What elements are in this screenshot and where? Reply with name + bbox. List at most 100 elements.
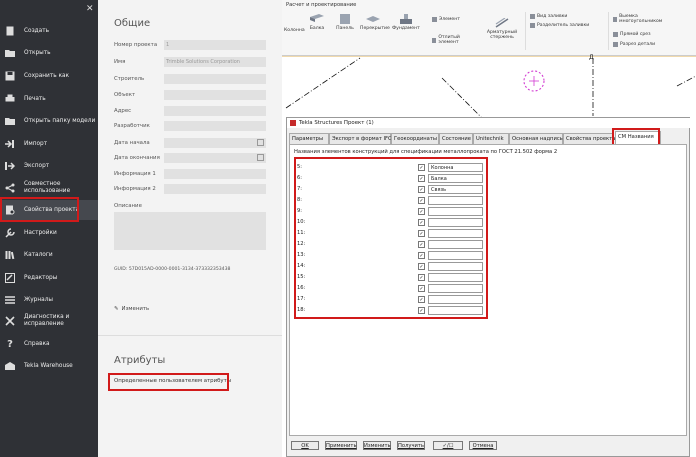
share-icon: [4, 183, 16, 193]
sidebar-item-import[interactable]: Импорт: [0, 138, 98, 150]
pour-break-icon: [530, 23, 535, 28]
ribbon-element-button[interactable]: Элемент: [432, 17, 460, 22]
tab-project-properties[interactable]: Свойства проекта: [563, 133, 615, 144]
beam-icon: [310, 14, 324, 24]
sidebar-item-open-model-folder[interactable]: Открыть папку модели: [0, 115, 98, 127]
field-name: Имя Trimble Solutions Corporation: [114, 57, 282, 67]
ribbon-polygon-cut-button[interactable]: Выемка многоугольником: [613, 14, 671, 24]
tab-title-block[interactable]: Основная надпись: [509, 133, 563, 144]
ribbon-separator: [608, 12, 609, 50]
sidebar-item-logs[interactable]: Журналы: [0, 294, 98, 306]
ribbon-pour-view-button[interactable]: Вид заливки: [530, 14, 567, 19]
object-input[interactable]: [164, 90, 266, 100]
pencil-icon: ✎: [114, 306, 119, 312]
cancel-button[interactable]: Отмена: [469, 441, 497, 450]
ribbon-pour-break-button[interactable]: Разделитель заливки: [530, 23, 589, 28]
dialog-titlebar: Tekla Structures Проект (1): [287, 118, 691, 128]
list-icon: [4, 295, 16, 305]
sidebar-item-help[interactable]: ? Справка: [0, 338, 98, 350]
ribbon: Расчет и проектирование Колонна Балка Па…: [282, 0, 696, 56]
sidebar-item-catalogs[interactable]: Каталоги: [0, 249, 98, 261]
tools-icon: [4, 316, 16, 326]
info-1-input[interactable]: [164, 169, 266, 179]
start-date-input[interactable]: [164, 138, 266, 148]
ribbon-rebar-button[interactable]: Арматурный стержень: [482, 17, 522, 40]
ribbon-column-button[interactable]: Колонна: [284, 28, 305, 33]
folder-icon: [4, 48, 16, 58]
rebar-icon: [495, 17, 509, 28]
description-label-row: Описание: [114, 203, 142, 209]
modify-button[interactable]: Изменить: [363, 441, 391, 450]
calendar-icon[interactable]: [257, 154, 264, 161]
slab-icon: [366, 14, 380, 24]
line-cut-icon: [613, 32, 618, 37]
sidebar-item-print[interactable]: Печать: [0, 93, 98, 105]
get-button[interactable]: Получить: [397, 441, 425, 450]
ribbon-panel-button[interactable]: Панель: [334, 14, 356, 31]
sidebar-item-create[interactable]: Создать: [0, 25, 98, 37]
ribbon-polygon-cut-label: Выемка многоугольником: [619, 14, 663, 24]
dialog-title: Tekla Structures Проект (1): [299, 120, 374, 126]
end-date-input[interactable]: [164, 153, 266, 163]
tab-parameters[interactable]: Параметры: [289, 133, 329, 144]
ribbon-footing-label: Фундамент: [392, 26, 420, 31]
edit-button[interactable]: ✎ Изменить: [114, 306, 149, 312]
ribbon-element-label: Элемент: [439, 17, 460, 22]
sidebar-item-save-as[interactable]: Сохранить как: [0, 70, 98, 82]
tab-ifc-export[interactable]: Экспорт в формат IFC: [329, 133, 392, 144]
info-2-input[interactable]: [164, 184, 266, 194]
tab-status[interactable]: Состояние: [439, 133, 473, 144]
toggle-all-button[interactable]: ✓/☐: [433, 441, 463, 450]
calendar-icon[interactable]: [257, 139, 264, 146]
sidebar-item-open[interactable]: Открыть: [0, 47, 98, 59]
close-icon[interactable]: ✕: [86, 4, 94, 14]
ribbon-part-cut-button[interactable]: Разрез детали: [613, 42, 655, 47]
part-cut-icon: [613, 42, 618, 47]
address-input[interactable]: [164, 106, 266, 116]
element-icon: [432, 17, 437, 22]
ribbon-beam-button[interactable]: Балка: [306, 14, 328, 31]
sidebar-item-export[interactable]: Экспорт: [0, 160, 98, 172]
tab-geocoordinates[interactable]: Геокоординаты: [391, 133, 439, 144]
ribbon-line-cut-button[interactable]: Прямой срез: [613, 32, 651, 37]
field-start-date: Дата начала: [114, 138, 282, 148]
developer-input[interactable]: [164, 121, 266, 131]
sidebar-item-settings[interactable]: Настройки: [0, 227, 98, 239]
polygon-cut-icon: [613, 16, 618, 22]
ribbon-footing-button[interactable]: Фундамент: [392, 14, 420, 31]
backstage-sidebar: ✕ Создать Открыть Сохранить как Печать О…: [0, 0, 98, 457]
sidebar-item-tekla-warehouse[interactable]: Tekla Warehouse: [0, 360, 98, 372]
field-object: Объект: [114, 90, 282, 100]
edit-label: Изменить: [121, 306, 150, 312]
ribbon-column-label: Колонна: [284, 28, 305, 33]
tab-unitechnik[interactable]: Unitechnik: [473, 133, 509, 144]
project-dialog: Tekla Structures Проект (1) Параметры Эк…: [286, 117, 691, 457]
ribbon-cast-element-button[interactable]: Отлитый элемент: [432, 35, 476, 45]
editors-icon: [4, 273, 16, 283]
sidebar-item-diagnostics[interactable]: Диагностика и исправление: [0, 313, 98, 329]
field-end-date: Дата окончания: [114, 153, 282, 163]
divider: [98, 335, 282, 336]
ribbon-slab-button[interactable]: Перекрытие: [360, 14, 390, 31]
project-properties-panel: Общие Номер проекта 1 Имя Trimble Soluti…: [98, 0, 282, 457]
field-info-2: Информация 2: [114, 184, 282, 194]
name-input[interactable]: Trimble Solutions Corporation: [164, 57, 266, 67]
description-textarea[interactable]: [114, 212, 266, 250]
ribbon-pour-view-label: Вид заливки: [537, 14, 568, 19]
apply-button[interactable]: Применить: [325, 441, 357, 450]
import-icon: [4, 139, 16, 149]
sidebar-item-sharing[interactable]: Совместное использование: [0, 180, 98, 196]
question-icon: ?: [7, 338, 13, 350]
attributes-section-title: Атрибуты: [114, 355, 166, 366]
builder-input[interactable]: [164, 74, 266, 84]
ribbon-part-cut-label: Разрез детали: [620, 42, 656, 47]
sidebar-item-editors[interactable]: Редакторы: [0, 272, 98, 284]
ribbon-tab-analysis-design[interactable]: Расчет и проектирование: [286, 2, 356, 8]
ok-button[interactable]: OK: [291, 441, 319, 450]
printer-icon: [4, 94, 16, 104]
project-number-input[interactable]: 1: [164, 40, 266, 50]
dialog-body: Названия элементов конструкций для специ…: [289, 144, 687, 436]
app-window: ✕ Создать Открыть Сохранить как Печать О…: [0, 0, 696, 457]
highlight-user-attributes: [108, 373, 229, 391]
ribbon-pour-break-label: Разделитель заливки: [537, 23, 590, 28]
